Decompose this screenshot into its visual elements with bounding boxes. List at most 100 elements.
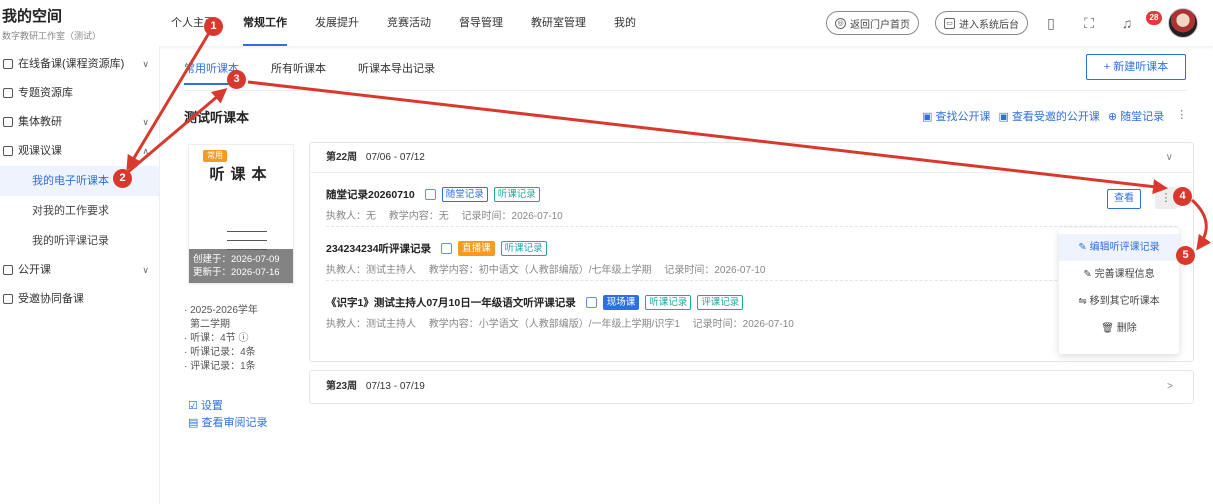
sidebar-item-topic-library[interactable]: 专题资源库	[0, 79, 159, 108]
annotation-marker: 4	[1173, 187, 1192, 206]
record-options-menu: ✎ 编辑听评课记录 ✎ 完善课程信息 ⇋ 移到其它听课本 🗑 删除	[1059, 228, 1179, 354]
backend-label: 进入系统后台	[959, 19, 1019, 31]
week-range: 07/13 - 07/19	[365, 381, 425, 392]
week-header[interactable]: 第23周 07/13 - 07/19 >	[310, 371, 1193, 403]
sidebar-item-label: 在线备课(课程资源库)	[18, 58, 125, 70]
observe-icon	[3, 146, 13, 156]
compass-icon: ◎	[835, 17, 846, 29]
top-bar: 我的空间 数字教研工作室（测试） 个人主页 常规工作 发展提升 竞赛活动 督导管…	[0, 0, 1213, 46]
tab-all-notebooks[interactable]: 所有听课本	[271, 54, 326, 84]
tab-divider	[184, 90, 1187, 91]
brand-subtitle: 数字教研工作室（测试）	[2, 31, 102, 41]
chevron-down-icon: ∨	[142, 59, 149, 69]
nav-supervision[interactable]: 督导管理	[459, 0, 503, 46]
record-meta: 执教人：无 教学内容：无 记录时间：2026-07-10	[326, 211, 563, 222]
record-meta: 执教人：测试主持人 教学内容：小学语文（人教部编版）/一年级上学期/识字1 记录…	[326, 319, 794, 330]
nav-competition[interactable]: 竞赛活动	[387, 0, 431, 46]
mobile-icon[interactable]: ▯	[1042, 14, 1060, 32]
sidebar-item-collab-prep[interactable]: 受邀协同备课	[0, 285, 159, 314]
sidebar-sub-work-requirements[interactable]: 对我的工作要求	[0, 196, 159, 226]
list-item[interactable]: 《识字1》测试主持人07月10日一年级语文听评课记录 现场课 听课记录 评课记录…	[326, 281, 1177, 335]
menu-delete[interactable]: 🗑 删除	[1059, 315, 1179, 342]
list-item[interactable]: 234234234听评课记录 直播课 听课记录 执教人：测试主持人 教学内容：初…	[326, 227, 1177, 281]
chevron-right-icon: >	[1167, 381, 1173, 392]
tab-export-records[interactable]: 听课本导出记录	[358, 54, 435, 84]
annotation-marker: 2	[113, 169, 132, 188]
quick-record-link[interactable]: ⊕ 随堂记录	[1108, 108, 1164, 124]
record-tag: 直播课	[458, 241, 495, 256]
menu-move-notebook[interactable]: ⇋ 移到其它听课本	[1059, 288, 1179, 315]
meta-line: · 2025-2026学年	[184, 305, 258, 316]
sidebar-sub-my-notebook[interactable]: 我的电子听课本	[0, 166, 159, 196]
record-title: 《识字1》测试主持人07月10日一年级语文听评课记录	[326, 297, 576, 309]
sidebar-item-label: 集体教研	[18, 116, 62, 128]
nav-routine-work[interactable]: 常规工作	[243, 0, 287, 46]
list-icon	[3, 117, 13, 127]
meta-line: · 听课记录：4条	[184, 347, 256, 358]
monitor-icon: ▭	[944, 17, 955, 29]
collab-icon	[3, 294, 13, 304]
folder-icon	[3, 88, 13, 98]
sidebar-item-label: 受邀协同备课	[18, 293, 84, 305]
meta-line: 第二学期	[190, 319, 230, 330]
portal-button[interactable]: ◎ 返回门户首页	[826, 11, 919, 35]
record-tag: 听课记录	[500, 241, 547, 256]
brand[interactable]: 我的空间 数字教研工作室（测试）	[2, 5, 101, 42]
notebook-cover[interactable]: 常用 听课本 创建于：2026-07-09 更新于：2026-07-16	[188, 144, 294, 284]
record-title: 随堂记录20260710	[326, 189, 415, 201]
nav-research-office[interactable]: 教研室管理	[531, 0, 586, 46]
avatar[interactable]	[1168, 8, 1198, 38]
notification-badge: 28	[1146, 11, 1162, 25]
week-panel: 第23周 07/13 - 07/19 >	[309, 370, 1194, 404]
sidebar-item-open-class[interactable]: 公开课 ∨	[0, 256, 159, 285]
annotation-marker: 1	[204, 17, 223, 36]
chevron-down-icon: ∨	[142, 117, 149, 127]
sidebar-item-group-research[interactable]: 集体教研 ∨	[0, 108, 159, 137]
sidebar-item-online-prep[interactable]: 在线备课(课程资源库) ∨	[0, 50, 159, 79]
cover-title: 听课本	[209, 165, 273, 183]
more-actions-icon[interactable]: ⋮	[1176, 108, 1187, 124]
nav-development[interactable]: 发展提升	[315, 0, 359, 46]
find-open-class-link[interactable]: ▣ 查找公开课	[922, 108, 990, 124]
review-records-link[interactable]: ▤ 查看审阅记录	[188, 415, 267, 432]
created-date: 创建于：2026-07-09	[193, 254, 280, 265]
chevron-down-icon: ∨	[142, 265, 149, 275]
sidebar-item-observation[interactable]: 观课议课 ∧	[0, 137, 159, 166]
menu-complete-info[interactable]: ✎ 完善课程信息	[1059, 261, 1179, 288]
main-nav: 个人主页 常规工作 发展提升 竞赛活动 督导管理 教研室管理 我的	[171, 0, 664, 46]
nav-mine[interactable]: 我的	[614, 0, 636, 46]
week-range: 07/06 - 07/12	[365, 152, 425, 163]
fullscreen-icon[interactable]: ⛶	[1080, 14, 1098, 32]
edit-icon[interactable]	[441, 243, 453, 254]
meta-line: · 听课：4节 ⓘ	[184, 333, 249, 344]
edit-icon[interactable]	[585, 297, 597, 308]
brand-title: 我的空间	[2, 8, 63, 25]
settings-link[interactable]: ☑ 设置	[188, 398, 267, 415]
backend-button[interactable]: ▭ 进入系统后台	[935, 11, 1028, 35]
record-tag: 现场课	[602, 295, 640, 310]
record-tag: 评课记录	[697, 295, 744, 310]
class-icon	[3, 265, 13, 275]
week-label: 第23周	[326, 381, 358, 392]
notebook-links: ☑ 设置 ▤ 查看审阅记录	[188, 398, 267, 432]
edit-icon[interactable]	[424, 189, 436, 200]
list-item[interactable]: 随堂记录20260710 随堂记录 听课记录 执教人：无 教学内容：无 记录时间…	[326, 173, 1177, 227]
sidebar-sub-my-records[interactable]: 我的听评课记录	[0, 226, 159, 256]
updated-date: 更新于：2026-07-16	[193, 267, 280, 278]
common-badge: 常用	[203, 150, 227, 162]
notebook-meta: · 2025-2026学年 第二学期 · 听课：4节 ⓘ · 听课记录：4条 ·…	[184, 304, 294, 374]
invited-open-class-link[interactable]: ▣ 查看受邀的公开课	[998, 108, 1099, 124]
bell-icon[interactable]: ♫	[1118, 14, 1136, 32]
document-icon	[3, 59, 13, 69]
sidebar-item-label: 公开课	[18, 264, 51, 276]
chevron-down-icon: ∨	[1165, 152, 1173, 163]
view-button[interactable]: 查看	[1107, 189, 1141, 209]
week-header[interactable]: 第22周 07/06 - 07/12 ∨	[310, 143, 1193, 173]
new-notebook-button[interactable]: + 新建听课本	[1086, 54, 1186, 80]
sidebar: 在线备课(课程资源库) ∨ 专题资源库 集体教研 ∨ 观课议课 ∧ 我的电子听课…	[0, 46, 160, 504]
record-tag: 听课记录	[645, 295, 692, 310]
sidebar-item-label: 观课议课	[18, 145, 62, 157]
record-tag: 听课记录	[493, 187, 540, 202]
portal-label: 返回门户首页	[850, 19, 910, 31]
menu-edit-record[interactable]: ✎ 编辑听评课记录	[1059, 234, 1179, 261]
